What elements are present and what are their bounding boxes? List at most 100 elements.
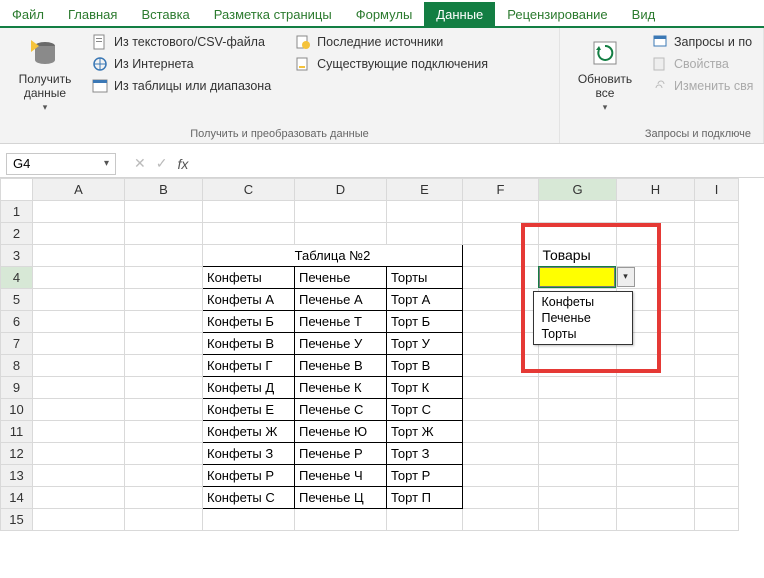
cell-A7[interactable] [33,333,125,355]
cell-F9[interactable] [463,377,539,399]
fx-icon[interactable]: fx [177,156,188,172]
cell-B10[interactable] [125,399,203,421]
cell-A9[interactable] [33,377,125,399]
from-web-button[interactable]: Из Интернета [92,56,271,72]
cell-A13[interactable] [33,465,125,487]
cell-B6[interactable] [125,311,203,333]
cell-I5[interactable] [695,289,739,311]
cell-I2[interactable] [695,223,739,245]
cell-A1[interactable] [33,201,125,223]
cell-E9[interactable]: Торт К [387,377,463,399]
row-header-6[interactable]: 6 [1,311,33,333]
cell-D2[interactable] [295,223,387,245]
cell-C11[interactable]: Конфеты Ж [203,421,295,443]
cell-C5[interactable]: Конфеты А [203,289,295,311]
dropdown-option[interactable]: Конфеты [534,294,632,310]
cell-H13[interactable] [617,465,695,487]
cell-C3[interactable]: Таблица №2 [203,245,463,267]
col-header-D[interactable]: D [295,179,387,201]
cell-G10[interactable] [539,399,617,421]
cell-G13[interactable] [539,465,617,487]
cell-I4[interactable] [695,267,739,289]
cell-E14[interactable]: Торт П [387,487,463,509]
dropdown-options-list[interactable]: КонфетыПеченьеТорты [533,291,633,345]
cell-D15[interactable] [295,509,387,531]
worksheet-grid[interactable]: ABCDEFGHI123Таблица №24КонфетыПеченьеТор… [0,178,764,531]
dropdown-toggle-button[interactable]: ▾ [617,267,635,287]
cell-C15[interactable] [203,509,295,531]
cell-I14[interactable] [695,487,739,509]
tab-home[interactable]: Главная [56,2,129,26]
cell-B12[interactable] [125,443,203,465]
cell-E8[interactable]: Торт В [387,355,463,377]
cell-A5[interactable] [33,289,125,311]
row-header-7[interactable]: 7 [1,333,33,355]
cell-I7[interactable] [695,333,739,355]
recent-sources-button[interactable]: Последние источники [295,34,488,50]
cell-C1[interactable] [203,201,295,223]
queries-button[interactable]: Запросы и по [652,34,753,50]
cell-C14[interactable]: Конфеты С [203,487,295,509]
tab-review[interactable]: Рецензирование [495,2,619,26]
cell-A4[interactable] [33,267,125,289]
cell-E4[interactable]: Торты [387,267,463,289]
cell-A15[interactable] [33,509,125,531]
cell-C9[interactable]: Конфеты Д [203,377,295,399]
tab-file[interactable]: Файл [0,2,56,26]
cell-H1[interactable] [617,201,695,223]
row-header-2[interactable]: 2 [1,223,33,245]
dropdown-option[interactable]: Торты [534,326,632,342]
cell-A3[interactable] [33,245,125,267]
cell-B7[interactable] [125,333,203,355]
row-header-14[interactable]: 14 [1,487,33,509]
cell-G9[interactable] [539,377,617,399]
from-csv-button[interactable]: Из текстового/CSV-файла [92,34,271,50]
cell-E11[interactable]: Торт Ж [387,421,463,443]
cell-B8[interactable] [125,355,203,377]
cell-C10[interactable]: Конфеты Е [203,399,295,421]
cell-A14[interactable] [33,487,125,509]
row-header-5[interactable]: 5 [1,289,33,311]
cell-I6[interactable] [695,311,739,333]
cell-D6[interactable]: Печенье Т [295,311,387,333]
cell-C6[interactable]: Конфеты Б [203,311,295,333]
cell-D14[interactable]: Печенье Ц [295,487,387,509]
cell-G1[interactable] [539,201,617,223]
cell-D12[interactable]: Печенье Р [295,443,387,465]
cell-I11[interactable] [695,421,739,443]
cell-E13[interactable]: Торт Р [387,465,463,487]
cell-I1[interactable] [695,201,739,223]
cell-A10[interactable] [33,399,125,421]
cell-B1[interactable] [125,201,203,223]
cell-I13[interactable] [695,465,739,487]
existing-connections-button[interactable]: Существующие подключения [295,56,488,72]
cell-I15[interactable] [695,509,739,531]
cell-B3[interactable] [125,245,203,267]
cell-H12[interactable] [617,443,695,465]
cell-H15[interactable] [617,509,695,531]
cell-I9[interactable] [695,377,739,399]
cell-G14[interactable] [539,487,617,509]
from-range-button[interactable]: Из таблицы или диапазона [92,78,271,94]
cell-F14[interactable] [463,487,539,509]
cell-F15[interactable] [463,509,539,531]
tab-insert[interactable]: Вставка [129,2,201,26]
cell-D10[interactable]: Печенье С [295,399,387,421]
tab-view[interactable]: Вид [620,2,668,26]
cell-E12[interactable]: Торт З [387,443,463,465]
cancel-icon[interactable]: ✕ [134,155,146,172]
row-header-13[interactable]: 13 [1,465,33,487]
cell-A12[interactable] [33,443,125,465]
cell-D8[interactable]: Печенье В [295,355,387,377]
cell-F13[interactable] [463,465,539,487]
row-header-11[interactable]: 11 [1,421,33,443]
cell-E6[interactable]: Торт Б [387,311,463,333]
cell-B2[interactable] [125,223,203,245]
cell-G11[interactable] [539,421,617,443]
cell-D9[interactable]: Печенье К [295,377,387,399]
cell-C2[interactable] [203,223,295,245]
cell-A6[interactable] [33,311,125,333]
cell-I3[interactable] [695,245,739,267]
col-header-I[interactable]: I [695,179,739,201]
edit-links-button[interactable]: Изменить свя [652,78,753,94]
